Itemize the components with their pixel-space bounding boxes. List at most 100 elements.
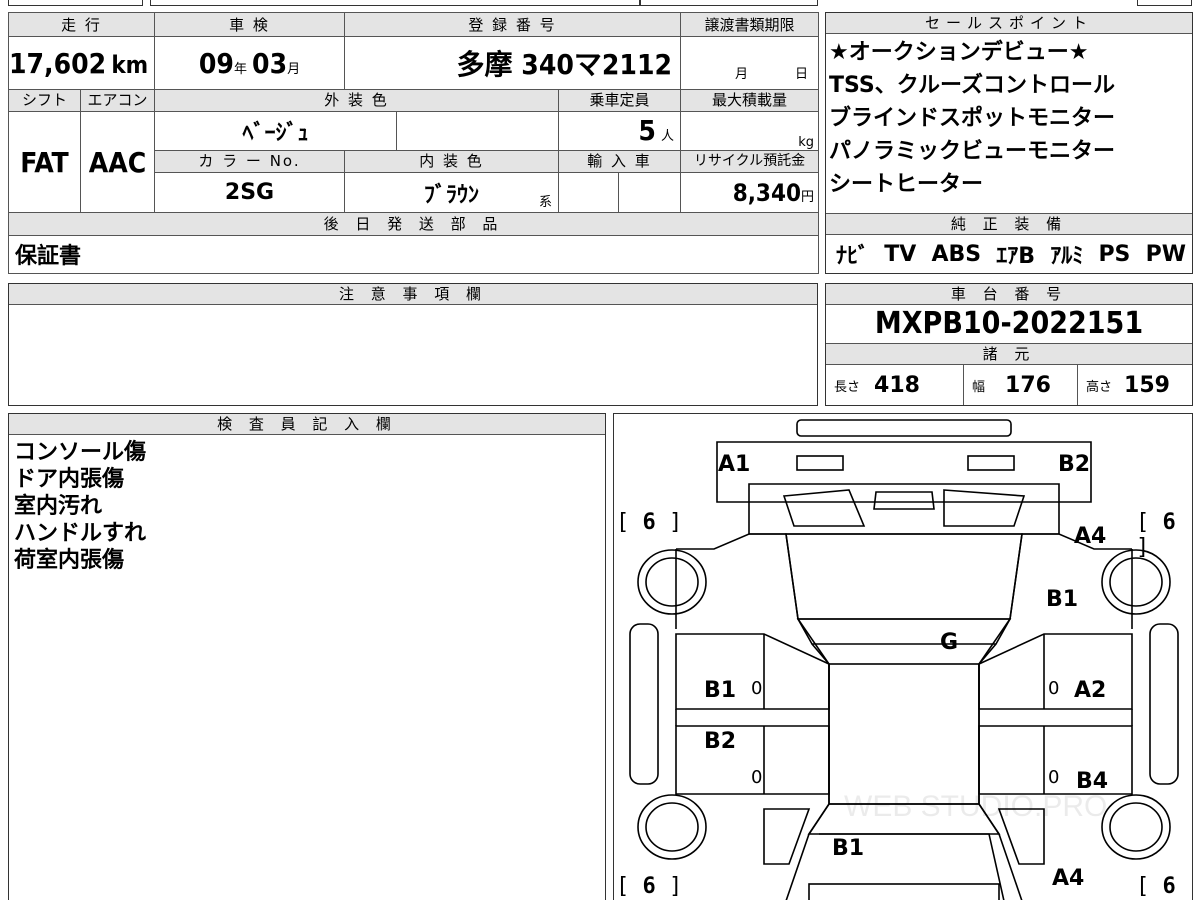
headlight-left — [796, 455, 844, 471]
top-strip — [1137, 0, 1192, 6]
height-label: 高さ — [1086, 379, 1113, 395]
label-right-rear-fender: A4 — [1052, 866, 1085, 891]
label-right-front-fender: A4 — [1074, 524, 1107, 549]
shift-value: FAT — [20, 145, 69, 179]
inspector-panel: 検 査 員 記 入 欄 コンソール傷 ドア内張傷 室内汚れ ハンドルすれ 荷室内… — [8, 413, 606, 900]
sales-points-list: ★オークションデビュー★ TSS、クルーズコントロール ブラインドスポットモニタ… — [826, 34, 1192, 201]
sales-point-line: TSS、クルーズコントロール — [829, 73, 1115, 98]
top-strip — [640, 0, 818, 6]
wheel-rr — [1101, 794, 1171, 860]
inspection-month: 03 — [252, 46, 288, 80]
interior-value: ﾌﾞﾗｳﾝ — [423, 182, 479, 208]
chassis-value-cell: MXPB10-2022151 — [826, 305, 1192, 344]
width-cell: 幅 176 — [964, 365, 1078, 405]
zero-mark: 0 — [751, 678, 763, 699]
length-cell: 長さ 418 — [826, 365, 964, 405]
exterior-extra-cell — [396, 111, 559, 151]
label-right-front-upper: B1 — [1046, 587, 1079, 612]
tire-tread-fl: [ 6 ] — [616, 510, 683, 535]
caution-panel: 注 意 事 項 欄 — [8, 283, 818, 406]
width-value: 176 — [1005, 372, 1051, 398]
tire-value: 6 — [642, 874, 656, 899]
tire-value: 6 — [642, 510, 656, 535]
length-value: 418 — [874, 372, 920, 398]
sales-points-panel: セールスポイント ★オークションデビュー★ TSS、クルーズコントロール ブライ… — [825, 12, 1193, 274]
registration-header: 登 録 番 号 — [343, 11, 682, 38]
label-left-rear-door: B2 — [704, 729, 737, 754]
top-strip — [8, 0, 143, 6]
capacity-cell: 5 人 — [557, 111, 682, 151]
ac-value: AAC — [88, 145, 147, 179]
inspection-header: 車 検 — [154, 11, 345, 38]
windshield — [785, 533, 1023, 620]
inspector-note: ドア内張傷 — [14, 467, 125, 492]
sales-points-header: セールスポイント — [826, 13, 1192, 34]
maxload-unit: kg — [798, 134, 815, 150]
interior-cell: ﾌﾞﾗｳﾝ 系 — [344, 171, 559, 214]
capacity-unit: 人 — [661, 129, 675, 145]
equipment-item: PS — [1098, 241, 1131, 267]
equipment-list: ﾅﾋﾞ TV ABS ｴｱB ｱﾙﾐ PS PW — [836, 237, 1186, 271]
sill-right — [1149, 623, 1179, 785]
inspector-note: 室内汚れ — [14, 494, 103, 519]
interior-header: 内 装 色 — [344, 149, 559, 173]
chassis-panel: 車 台 番 号 MXPB10-2022151 諸 元 長さ 418 幅 176 … — [825, 283, 1193, 406]
inspector-note: コンソール傷 — [14, 440, 147, 465]
registration-value: 多摩 340マ2112 — [456, 48, 673, 82]
caution-header: 注 意 事 項 欄 — [9, 284, 817, 305]
tire-tread-rr: [ 6 ] — [1136, 874, 1176, 900]
hood-vent — [873, 491, 935, 510]
recycle-value: 8,340 — [732, 178, 801, 207]
maxload-cell: kg — [680, 111, 820, 151]
import-cell-a — [558, 171, 619, 214]
tire-tread-fr: [ 6 ] — [1136, 510, 1176, 560]
mileage-unit: km — [111, 50, 149, 79]
exterior-cell: ﾍﾞｰｼﾞｭ — [154, 111, 397, 151]
tire-value: 6 — [1162, 510, 1176, 535]
spec-header: 諸 元 — [826, 344, 1192, 365]
chassis-value: MXPB10-2022151 — [874, 306, 1144, 341]
car-diagram-panel: A1 B2 A4 B1 G B1 A2 B2 B4 B1 A4 0 0 0 0 … — [613, 413, 1193, 900]
exterior-value: ﾍﾞｰｼﾞｭ — [242, 120, 309, 146]
label-left-front-door: B1 — [704, 678, 737, 703]
transfer-month-unit: 月 — [735, 67, 749, 83]
zero-mark: 0 — [751, 767, 763, 788]
equipment-item: ｱﾙﾐ — [1050, 244, 1084, 269]
transfer-cell: 月 日 — [680, 36, 820, 90]
recycle-cell: 8,340円 — [680, 171, 820, 214]
mileage-value: 17,602 — [9, 46, 107, 80]
label-front-left: A1 — [718, 452, 751, 477]
zero-mark: 0 — [1048, 767, 1060, 788]
wheel-rl — [637, 794, 707, 860]
top-strip — [150, 0, 640, 6]
equipment-item: PW — [1145, 241, 1186, 267]
spec-row: 長さ 418 幅 176 高さ 159 — [826, 365, 1192, 405]
left-body — [676, 533, 830, 900]
sales-point-line: パノラミックビューモニター — [829, 139, 1116, 164]
mileage-header: 走 行 — [8, 11, 155, 38]
tire-value: 6 — [1162, 874, 1176, 899]
zero-mark: 0 — [1048, 678, 1060, 699]
shift-cell: FAT — [8, 111, 81, 214]
watermark: WEB STUDIO.PRO — [844, 790, 1108, 823]
color-no-cell: 2SG — [154, 171, 345, 214]
label-front-right: B2 — [1058, 452, 1091, 477]
label-glass: G — [940, 630, 959, 655]
ac-cell: AAC — [80, 111, 155, 214]
later-parts-cell: 保証書 — [7, 234, 820, 274]
tire-tread-rl: [ 6 ] — [616, 874, 683, 899]
color-no-value: 2SG — [224, 180, 275, 206]
wiper-left — [782, 489, 866, 527]
front-panel — [716, 441, 1092, 503]
equipment-header: 純 正 装 備 — [826, 213, 1192, 235]
label-right-front-door: A2 — [1074, 678, 1107, 703]
chassis-header: 車 台 番 号 — [826, 284, 1192, 305]
rear-bumper — [808, 883, 1000, 900]
inspector-header: 検 査 員 記 入 欄 — [9, 414, 605, 435]
inspection-year: 09 — [198, 46, 234, 80]
capacity-value: 5 — [638, 114, 656, 148]
front-bumper — [796, 419, 1012, 437]
inspector-note: ハンドルすれ — [14, 521, 147, 546]
vehicle-info-table: 走 行 車 検 登 録 番 号 譲渡書類期限 17,602 km 09年 03月… — [7, 11, 820, 274]
recycle-header: リサイクル預託金 — [680, 149, 820, 173]
